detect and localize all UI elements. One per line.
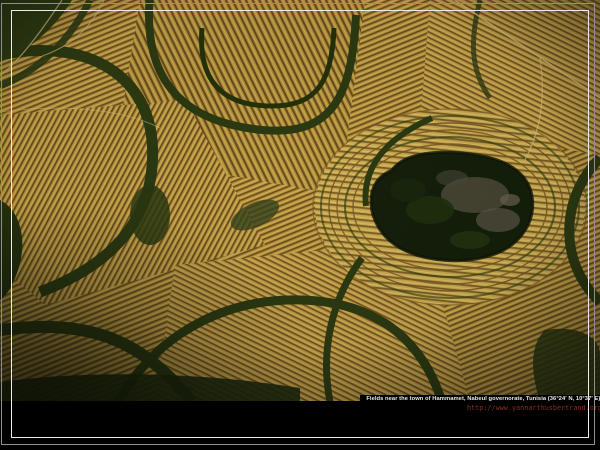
aerial-photo: [0, 0, 600, 402]
corner-shadow: [0, 0, 600, 402]
aerial-photo-canvas: [0, 0, 600, 402]
caption-url: http://www.yannarthusbertrand.org: [366, 404, 600, 412]
caption-title: Fields near the town of Hammamet, Nabeul…: [366, 396, 600, 403]
caption-box: Fields near the town of Hammamet, Nabeul…: [360, 395, 600, 415]
caption-bar: Fields near the town of Hammamet, Nabeul…: [0, 401, 600, 450]
